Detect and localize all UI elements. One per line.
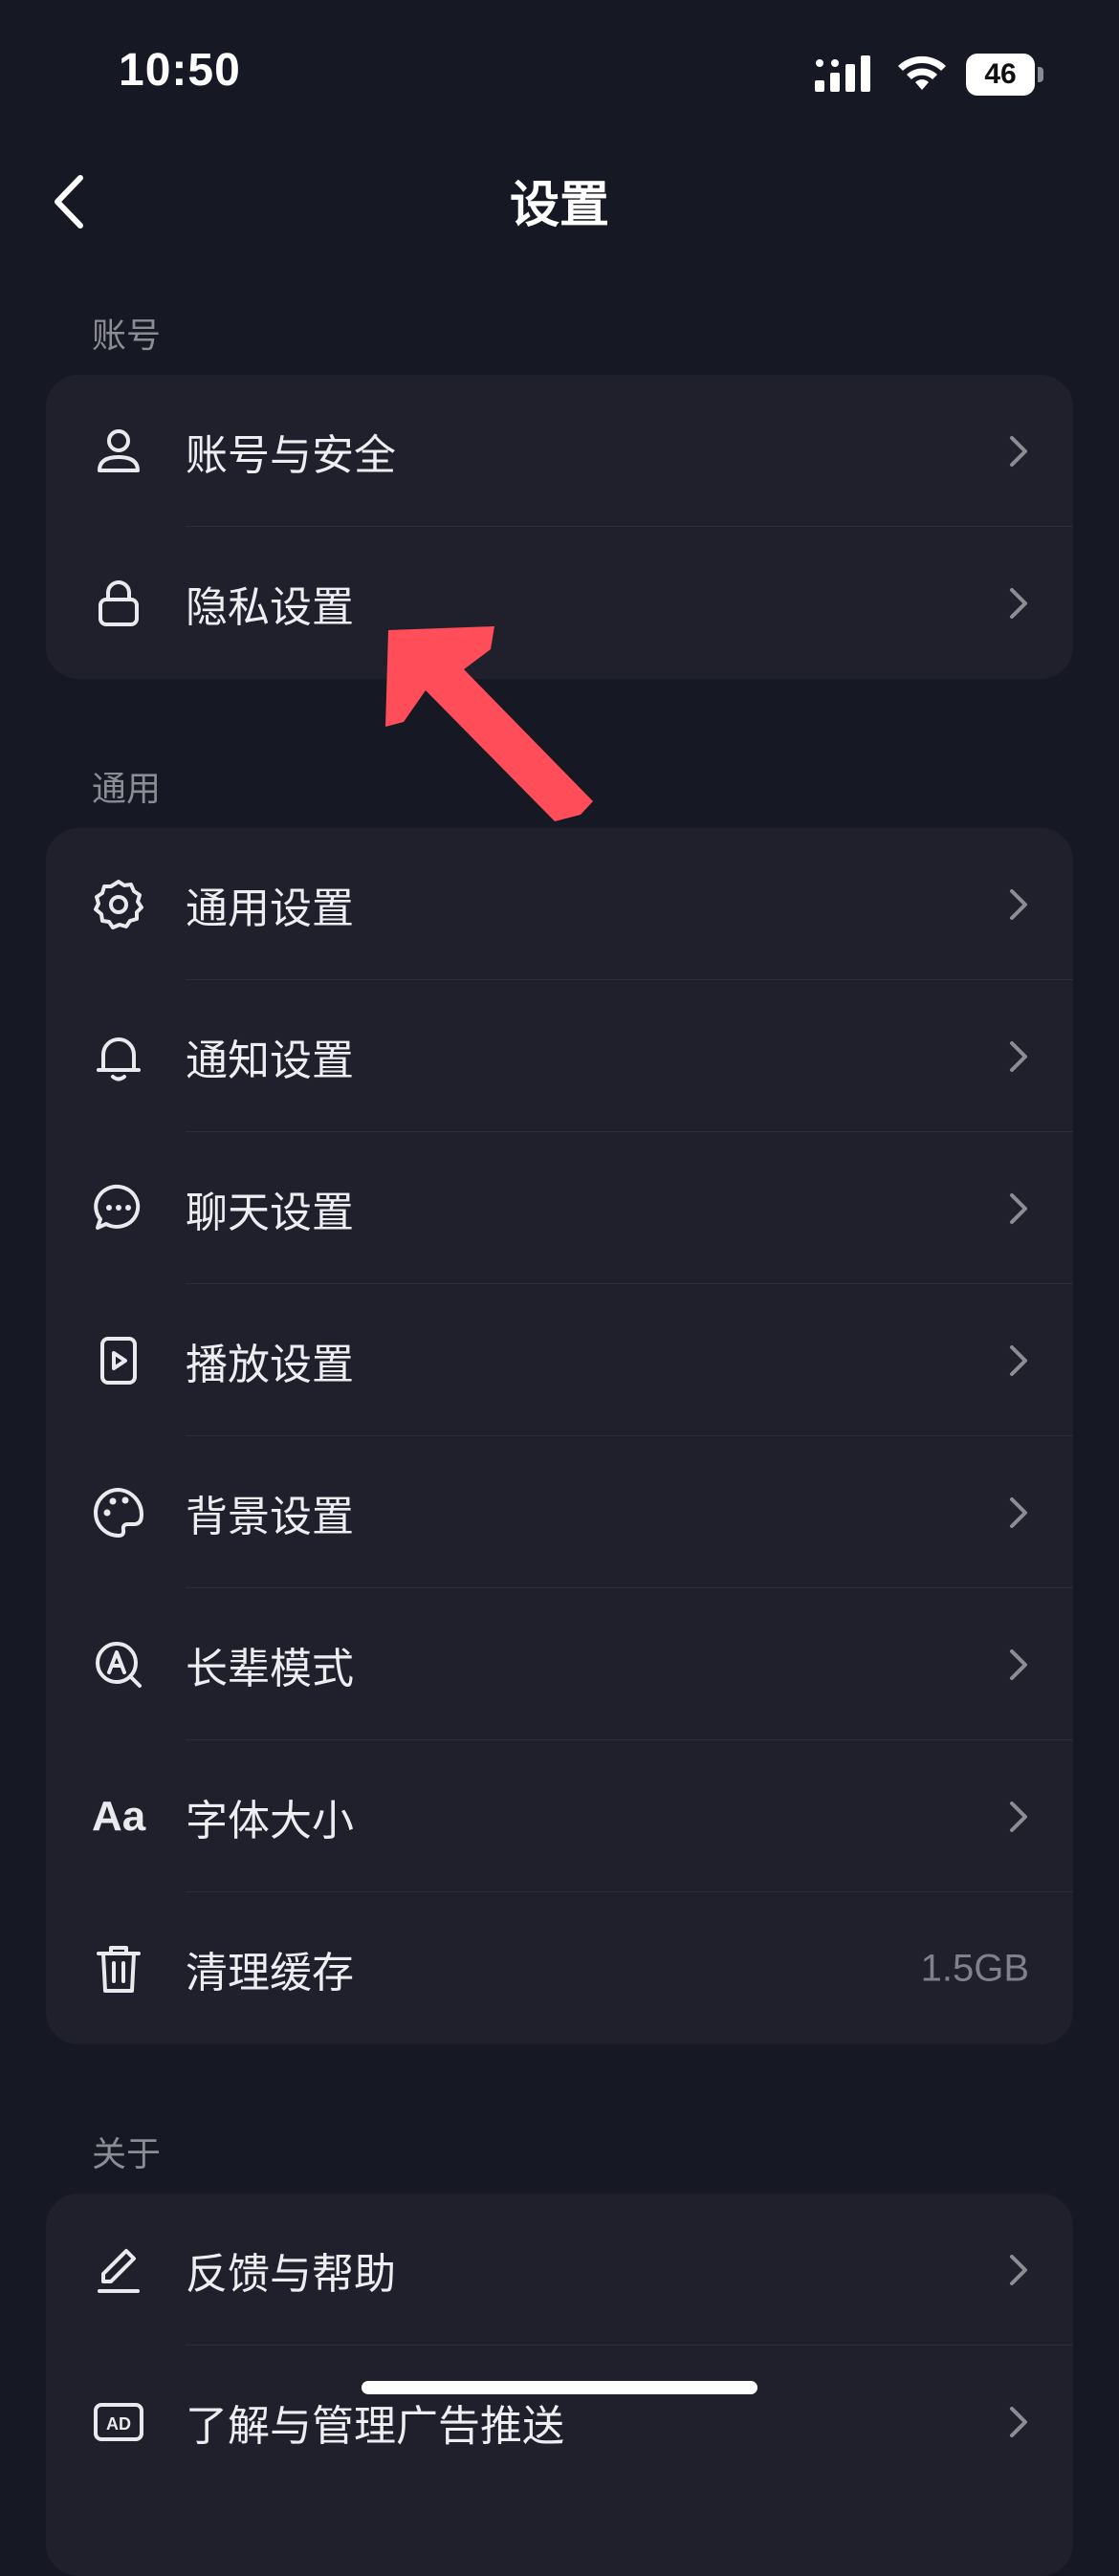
- item-label: 反馈与帮助: [186, 2249, 396, 2299]
- edit-icon: [98, 2248, 140, 2293]
- settings-item-playback[interactable]: 播放设置: [46, 1284, 1073, 1436]
- chevron-right-icon: [1010, 435, 1027, 467]
- status-bar: 10:50 46: [0, 0, 1119, 143]
- play-icon: [100, 1336, 137, 1385]
- svg-text:AD: AD: [106, 2414, 131, 2434]
- ad-icon: AD: [94, 2402, 143, 2441]
- chevron-right-icon: [1010, 888, 1027, 920]
- item-label: 清理缓存: [186, 1948, 354, 1997]
- chevron-right-icon: [1010, 1801, 1027, 1832]
- gear-icon: [94, 879, 143, 929]
- item-label: 背景设置: [186, 1492, 354, 1541]
- cache-size-value: 1.5GB: [920, 1947, 1029, 1989]
- chevron-right-icon: [1010, 1344, 1027, 1376]
- chevron-right-icon: [1010, 587, 1027, 619]
- section-label-about: 关于: [92, 2135, 162, 2174]
- lock-icon: [99, 579, 139, 626]
- item-label: 了解与管理广告推送: [186, 2401, 564, 2451]
- chat-bubble-icon: [94, 1184, 141, 1230]
- general-card: 通用设置 通知设置 聊天设置 播放设置 背景设置 长辈模式 Aa 字体大小 清理…: [46, 828, 1073, 2044]
- item-label: 字体大小: [186, 1796, 354, 1845]
- elder-mode-icon: [96, 1641, 142, 1688]
- nav-bar: 设置: [0, 143, 1119, 258]
- settings-item-ad-management[interactable]: AD 了解与管理广告推送: [46, 2346, 1073, 2498]
- user-icon: [98, 428, 140, 472]
- chevron-right-icon: [1010, 1192, 1027, 1224]
- home-indicator: [362, 2381, 757, 2394]
- settings-item-general[interactable]: 通用设置: [46, 828, 1073, 980]
- item-label: 长辈模式: [186, 1644, 354, 1693]
- section-label-account: 账号: [92, 317, 162, 356]
- chevron-right-icon: [1010, 1496, 1027, 1528]
- settings-item-background[interactable]: 背景设置: [46, 1436, 1073, 1588]
- settings-item-elder-mode[interactable]: 长辈模式: [46, 1588, 1073, 1740]
- chevron-right-icon: [1010, 2254, 1027, 2285]
- settings-item-font-size[interactable]: Aa 字体大小: [46, 1740, 1073, 1892]
- wifi-icon: [898, 55, 946, 90]
- annotation-arrow-icon: [385, 626, 593, 821]
- trash-icon: [97, 1945, 141, 1993]
- settings-item-notification[interactable]: 通知设置: [46, 980, 1073, 1132]
- battery-icon: 46: [966, 54, 1043, 96]
- status-time: 10:50: [119, 45, 241, 96]
- item-label: 聊天设置: [186, 1188, 354, 1237]
- item-label: 通知设置: [186, 1036, 354, 1085]
- settings-item-clear-cache[interactable]: 清理缓存 1.5GB: [46, 1892, 1073, 2044]
- item-label: 隐私设置: [186, 582, 354, 632]
- settings-item-account-security[interactable]: 账号与安全: [46, 375, 1073, 527]
- chevron-right-icon: [1010, 1648, 1027, 1680]
- item-label: 通用设置: [186, 884, 354, 933]
- chevron-right-icon: [1010, 2406, 1027, 2437]
- item-label: 账号与安全: [186, 430, 396, 480]
- bell-icon: [97, 1037, 141, 1081]
- chevron-right-icon: [1010, 1040, 1027, 1072]
- page-title: 设置: [509, 177, 609, 234]
- cellular-signal-icon: [815, 55, 870, 92]
- settings-item-feedback[interactable]: 反馈与帮助: [46, 2194, 1073, 2346]
- section-label-general: 通用: [92, 770, 162, 809]
- battery-level: 46: [966, 54, 1035, 96]
- palette-icon: [94, 1487, 144, 1538]
- font-size-icon: Aa: [92, 1792, 146, 1840]
- item-label: 播放设置: [186, 1340, 354, 1389]
- settings-item-chat[interactable]: 聊天设置: [46, 1132, 1073, 1284]
